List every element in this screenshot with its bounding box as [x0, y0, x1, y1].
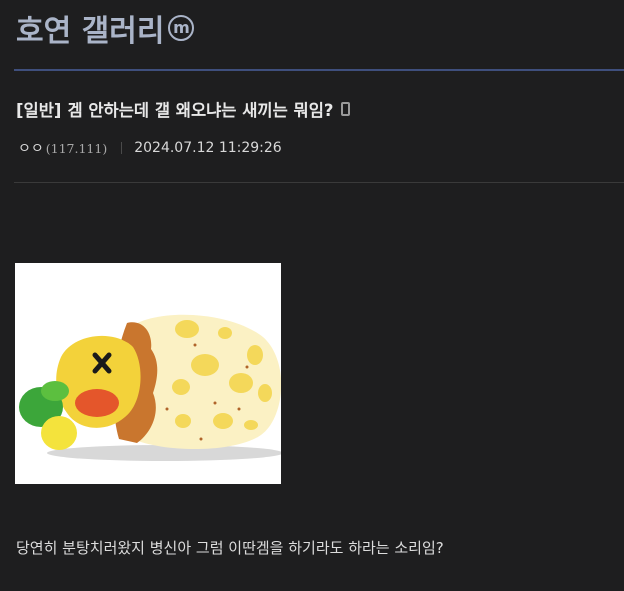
post-image[interactable] — [15, 263, 281, 484]
post-category: [일반] — [16, 101, 62, 120]
post-title-text: 겜 안하는데 갤 왜오냐는 새끼는 뭐임? — [67, 101, 334, 120]
meta-divider — [14, 182, 624, 183]
author-ip: (117.111) — [45, 140, 108, 156]
post-datetime: 2024.07.12 11:29:26 — [134, 140, 282, 156]
post-meta: ㅇㅇ (117.111) 2024.07.12 11:29:26 — [18, 139, 282, 157]
post-body-text: 당연히 분탕치러왔지 병신아 그럼 이딴겜을 하기라도 하라는 소리임? — [16, 538, 444, 557]
gallery-title[interactable]: 호연 갤러리 — [16, 6, 164, 50]
duck-in-egg-drawing — [15, 263, 281, 484]
gallery-header: 호연 갤러리 m — [16, 6, 195, 50]
author-nickname[interactable]: ㅇㅇ — [18, 138, 44, 158]
meta-separator — [121, 142, 123, 154]
minor-gallery-badge-icon: m — [168, 15, 195, 41]
mobile-phone-icon — [341, 102, 351, 116]
post-title: [일반] 겜 안하는데 갤 왜오냐는 새끼는 뭐임? — [16, 98, 351, 120]
header-divider — [14, 69, 624, 71]
